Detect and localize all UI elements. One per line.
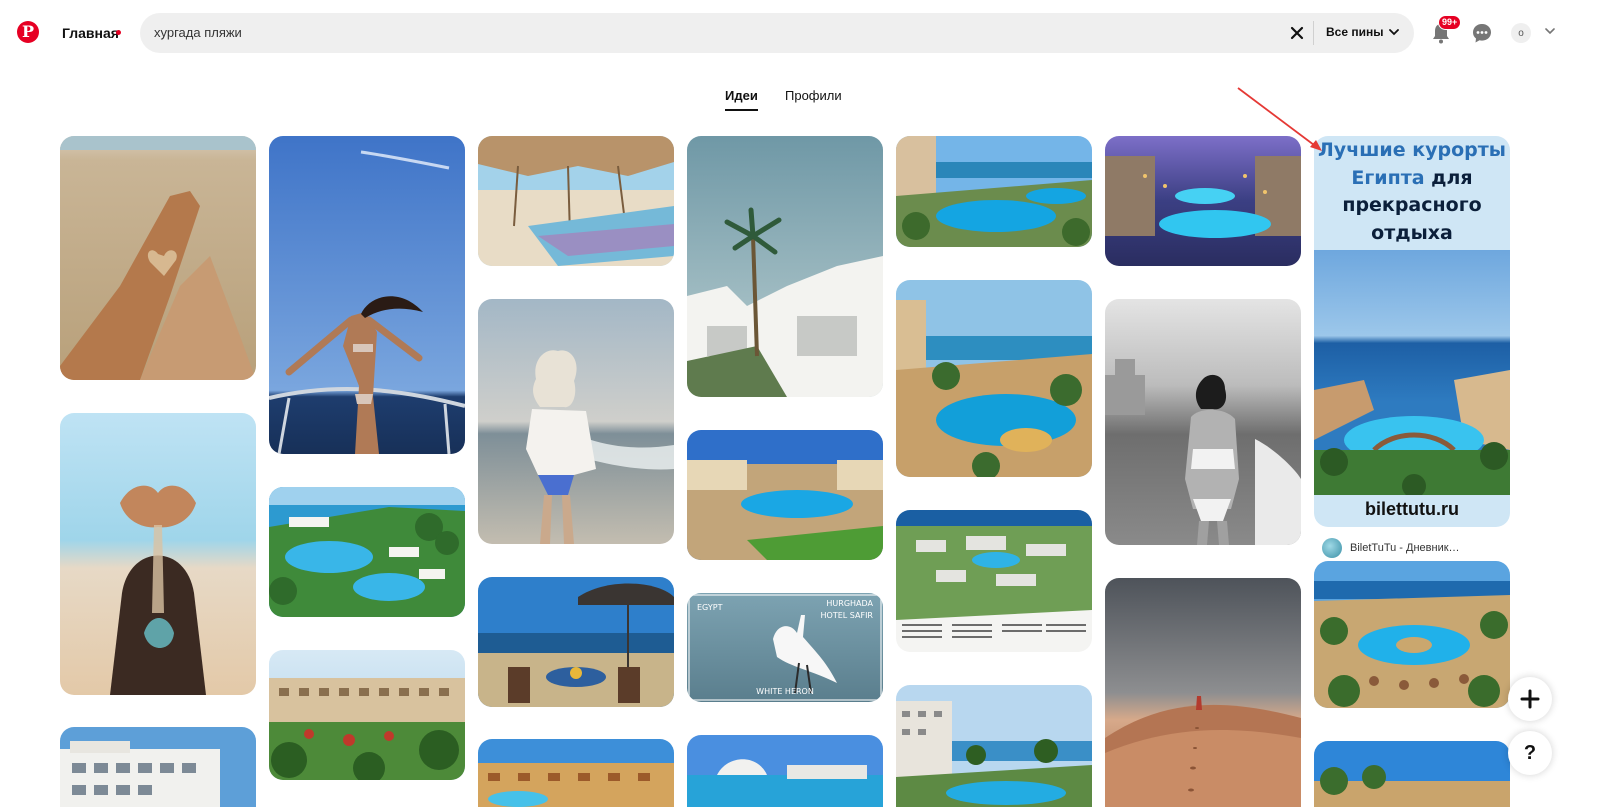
pin-image — [478, 299, 674, 544]
ad-site-domain: bilettutu.ru — [1365, 499, 1459, 519]
account-chevron-down-icon[interactable] — [1545, 28, 1555, 35]
search-divider — [1313, 21, 1314, 45]
question-icon: ? — [1523, 741, 1537, 764]
pin-image — [896, 510, 1092, 652]
pin-image — [1105, 136, 1301, 266]
pin-image — [60, 413, 256, 695]
pin-author[interactable]: BiletTuTu - Дневник… — [1322, 538, 1460, 558]
pin-image — [687, 430, 883, 560]
pin-image — [687, 136, 883, 397]
pin-card[interactable] — [60, 727, 256, 807]
pin-image — [896, 280, 1092, 477]
ad-title-part3: для — [1431, 166, 1473, 189]
pin-card[interactable] — [60, 413, 256, 695]
pin-card[interactable] — [1314, 561, 1510, 708]
author-avatar — [1322, 538, 1342, 558]
pin-image — [269, 136, 465, 454]
pin-card[interactable] — [896, 280, 1092, 477]
pin-image — [478, 577, 674, 707]
pin-image — [1105, 299, 1301, 545]
pin-image — [60, 727, 256, 807]
pin-card[interactable] — [687, 136, 883, 397]
heron-right-line2: HOTEL SAFIR — [821, 611, 874, 620]
user-avatar[interactable]: o — [1511, 23, 1531, 43]
ad-title: Лучшие курорты Египта для прекрасного от… — [1314, 136, 1510, 250]
pin-card[interactable] — [1105, 299, 1301, 545]
pin-image — [269, 487, 465, 617]
close-icon — [1290, 26, 1304, 40]
create-pin-button[interactable] — [1508, 677, 1552, 721]
pin-card[interactable] — [478, 739, 674, 807]
pin-card[interactable] — [478, 299, 674, 544]
messages-icon[interactable] — [1471, 22, 1493, 44]
pinterest-logo-icon[interactable]: P — [17, 21, 39, 43]
pin-card[interactable] — [269, 650, 465, 780]
pin-image — [1314, 741, 1510, 807]
home-link[interactable]: Главная — [62, 25, 119, 41]
heron-bottom-text: WHITE HERON — [756, 687, 814, 696]
clear-search-button[interactable] — [1286, 22, 1308, 44]
pin-image: EGYPT HURGHADA HOTEL SAFIR WHITE HERON — [687, 593, 883, 702]
pin-card[interactable] — [687, 430, 883, 560]
pin-card[interactable] — [896, 685, 1092, 807]
pin-filter-label: Все пины — [1326, 25, 1384, 39]
ad-image — [1314, 250, 1510, 495]
pin-card[interactable] — [896, 136, 1092, 247]
pin-filter-dropdown[interactable]: Все пины — [1326, 25, 1400, 39]
ad-title-highlight: Египта — [1351, 166, 1425, 189]
pin-image — [60, 136, 256, 380]
author-name: BiletTuTu - Дневник… — [1350, 542, 1460, 554]
pin-image — [478, 739, 674, 807]
pin-image — [269, 650, 465, 780]
pin-card[interactable] — [60, 136, 256, 380]
ad-title-line4: отдыха — [1371, 221, 1453, 244]
tab-profiles[interactable]: Профили — [785, 88, 842, 103]
notification-count-badge: 99+ — [1438, 15, 1462, 30]
pin-image — [478, 136, 674, 266]
active-tab-underline — [725, 109, 758, 111]
plus-icon — [1520, 689, 1540, 709]
ad-title-part1: Лучшие курорты — [1318, 139, 1506, 161]
heron-left-text: EGYPT — [697, 603, 723, 612]
pin-card[interactable]: EGYPT HURGHADA HOTEL SAFIR WHITE HERON — [687, 593, 883, 702]
search-input[interactable]: хургада пляжи — [154, 25, 242, 40]
promoted-pin-card[interactable]: Лучшие курорты Египта для прекрасного от… — [1314, 136, 1510, 527]
chevron-down-icon — [1389, 28, 1400, 35]
pin-image — [687, 735, 883, 807]
pin-card[interactable] — [478, 136, 674, 266]
tab-ideas[interactable]: Идеи — [725, 88, 758, 103]
help-button[interactable]: ? — [1508, 731, 1552, 775]
pin-image — [1105, 578, 1301, 807]
pin-card[interactable] — [269, 487, 465, 617]
pin-card[interactable] — [478, 577, 674, 707]
pin-card[interactable] — [896, 510, 1092, 652]
pin-card[interactable] — [1105, 578, 1301, 807]
pin-image — [896, 685, 1092, 807]
pin-card[interactable] — [687, 735, 883, 807]
pin-image — [896, 136, 1092, 247]
home-new-indicator — [116, 30, 121, 35]
pin-card[interactable] — [1314, 741, 1510, 807]
pin-card[interactable] — [1105, 136, 1301, 266]
heron-right-line1: HURGHADA — [826, 599, 873, 608]
search-bar[interactable]: хургада пляжи Все пины — [140, 13, 1414, 53]
pin-image — [1314, 561, 1510, 708]
pin-card[interactable] — [269, 136, 465, 454]
ad-title-line3: прекрасного — [1342, 194, 1482, 216]
top-header: P Главная хургада пляжи Все пины 99+ o — [0, 0, 1600, 66]
